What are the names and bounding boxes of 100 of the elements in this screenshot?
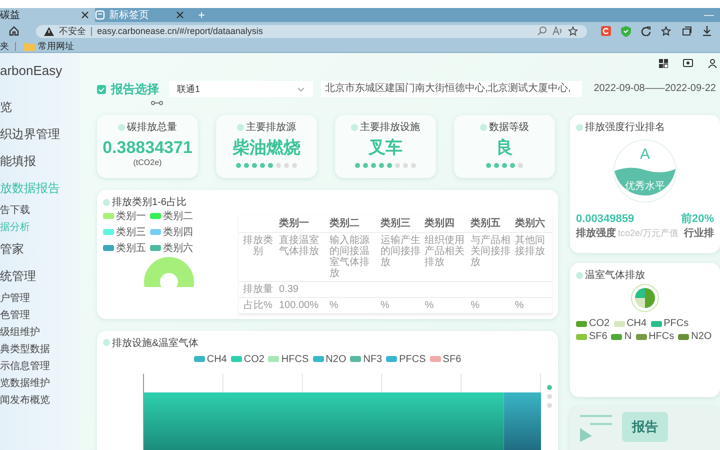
table-cell: 运输产生的间接排放: [378, 232, 423, 281]
table-cell: 直接温室气体排放: [277, 232, 328, 281]
refresh-icon[interactable]: [641, 26, 651, 36]
stat-value: 0.38834371: [102, 138, 192, 158]
stat-label: 主要排放设施: [360, 120, 420, 134]
address-field[interactable]: 北京市东城区建国门南大街恒德中心,北京测试大厦中心,: [321, 81, 582, 97]
table-cell: 100.00%: [277, 297, 328, 313]
legend-label: HFCS: [281, 354, 309, 364]
nav-subitem[interactable]: 览数据维护: [0, 376, 50, 390]
nav-item[interactable]: 统管理: [0, 268, 36, 285]
pager-dot[interactable]: [547, 402, 552, 408]
nav-subitem[interactable]: 典类型数据: [0, 342, 50, 356]
legend-label: CH4: [626, 318, 647, 329]
nav-item[interactable]: 织边界管理: [0, 126, 60, 143]
legend-label: HFCs: [648, 331, 674, 342]
row-label: 排放类别: [239, 232, 277, 281]
nav-subitem[interactable]: 级组维护: [0, 325, 40, 339]
legend-label: CH4: [206, 354, 227, 364]
column-header: 类别四: [422, 215, 469, 232]
collections-icon[interactable]: [682, 26, 692, 36]
pie-chart: [631, 284, 659, 312]
nav-subitem[interactable]: 示信息管理: [0, 359, 50, 373]
extension-icon[interactable]: [601, 26, 611, 36]
pager-dot[interactable]: [547, 394, 552, 398]
table-cell: %: [327, 297, 378, 313]
download-icon[interactable]: [702, 26, 712, 36]
stat-label: 主要排放源: [246, 120, 296, 134]
legend-label: NF3: [363, 354, 382, 364]
user-icon[interactable]: [708, 59, 717, 68]
table-cell: %: [378, 297, 423, 313]
bullet-dot: [576, 124, 583, 130]
bullet-dot: [103, 339, 110, 346]
rank-value: 前20%: [680, 212, 714, 226]
pager-dot[interactable]: [547, 384, 552, 390]
nav-subitem[interactable]: 闻发布概览: [0, 393, 50, 407]
legend-label: PFCs: [664, 318, 689, 329]
stat-value: 良: [496, 138, 513, 158]
nav-subitem[interactable]: 色管理: [0, 308, 30, 322]
favorites-icon[interactable]: [661, 26, 672, 36]
intensity-value: 0.00349859: [576, 213, 634, 225]
browser-tab[interactable]: 碳益: [0, 8, 95, 22]
read-aloud-icon[interactable]: [552, 26, 563, 36]
legend-label: N2O: [326, 354, 346, 364]
url-text: easy.carbonease.cn/#/report/dataanalysis: [97, 26, 263, 36]
table-cell: 0.39: [277, 281, 328, 297]
donut-chart: [144, 257, 194, 287]
nav-subitem[interactable]: 户管理: [0, 291, 30, 305]
nav-subitem[interactable]: 告下载: [0, 203, 30, 217]
legend-label: 类别三: [116, 226, 146, 239]
bookmark-folder[interactable]: 常用网址: [22, 40, 76, 52]
table-cell: %: [422, 297, 469, 313]
grade-letter: A: [638, 146, 651, 163]
table-cell: 其他间接排放: [512, 232, 552, 281]
logo-text: arbonEasy: [0, 63, 62, 78]
panel-title: 温室气体排放: [585, 268, 645, 282]
legend-label: N2O: [691, 331, 712, 342]
nav-item[interactable]: 管家: [0, 241, 24, 258]
legend-label: CO2: [244, 354, 264, 364]
double-arrow-icon[interactable]: [151, 100, 163, 106]
screen-icon[interactable]: [683, 59, 693, 68]
stat-value: 叉车: [368, 138, 402, 158]
date-range-field[interactable]: 2022-09-08——2022-09-22: [590, 81, 720, 97]
bullet-dot: [576, 272, 583, 278]
legend-label: N: [624, 331, 632, 342]
bullet-dot: [480, 124, 487, 130]
nav-item[interactable]: 能填报: [0, 153, 36, 170]
nav-item[interactable]: 览: [0, 99, 12, 116]
bullet-dot: [237, 124, 244, 130]
security-label: 不安全: [59, 24, 86, 38]
legend-label: CO2: [589, 318, 610, 329]
legend-label: PFCS: [399, 354, 426, 364]
section-title: 报告选择: [110, 80, 159, 98]
home-icon[interactable]: [8, 25, 20, 37]
bookmark-link[interactable]: 夹: [0, 40, 9, 52]
chevron-icon: [297, 86, 306, 92]
address-bar[interactable]: 不安全 easy.carbonease.cn/#/report/dataanalysis: [36, 24, 587, 38]
warning-icon: [44, 26, 54, 36]
column-header: 类别三: [378, 215, 423, 232]
panel-title: 排放类别1-6占比: [112, 196, 186, 209]
report-button[interactable]: 报告: [622, 412, 668, 442]
bullet-dot: [118, 124, 125, 130]
table-cell: 输入能源的间接温室气体排放: [327, 232, 378, 281]
table-cell: 与产品相关间接排放: [468, 232, 513, 281]
column-header: 类别一: [277, 215, 328, 232]
row-label: 占比%: [239, 297, 277, 313]
row-label: 排放量: [239, 281, 277, 297]
table-cell: %: [468, 297, 513, 313]
legend-label: 类别四: [163, 226, 193, 239]
page-icon: [95, 10, 105, 20]
legend-label: 类别六: [163, 242, 193, 255]
legend-label: SF6: [442, 354, 462, 364]
panel-title: 排放设施&温室气体: [112, 336, 199, 350]
table-cell: %: [512, 297, 552, 313]
company-select[interactable]: 联通1: [168, 81, 314, 97]
column-header: 类别五: [468, 215, 513, 232]
grid-icon[interactable]: [659, 59, 668, 68]
close-icon[interactable]: [176, 11, 184, 19]
legend-label: 类别五: [116, 242, 146, 255]
close-icon[interactable]: [81, 11, 89, 19]
panel-title: 排放强度行业排名: [585, 120, 665, 134]
